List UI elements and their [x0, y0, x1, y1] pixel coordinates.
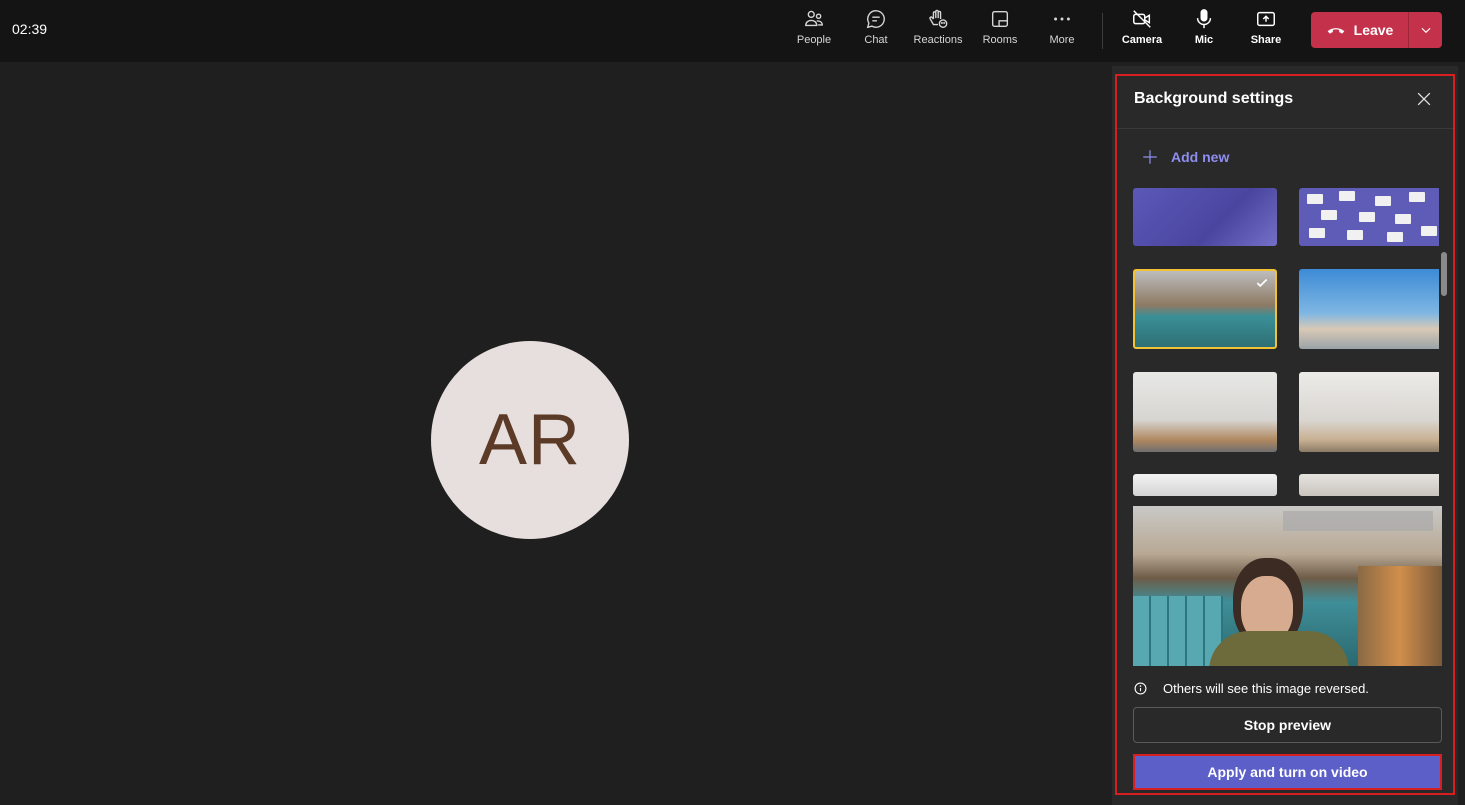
background-thumbnail-selected[interactable]	[1133, 269, 1277, 349]
leave-button-group: Leave	[1311, 12, 1442, 48]
leave-label: Leave	[1353, 22, 1394, 38]
background-thumbnail[interactable]	[1299, 269, 1439, 349]
preview-person-body	[1209, 631, 1349, 666]
more-button[interactable]: More	[1032, 8, 1092, 56]
stop-preview-button[interactable]: Stop preview	[1133, 707, 1442, 743]
reversed-image-notice: Others will see this image reversed.	[1134, 681, 1369, 696]
meeting-toolbar: 02:39 People Chat Reactions Rooms More C…	[0, 0, 1465, 62]
chat-label: Chat	[864, 34, 888, 46]
panel-title: Background settings	[1134, 90, 1294, 107]
chevron-down-icon	[1421, 27, 1430, 34]
meeting-timer: 02:39	[12, 21, 48, 37]
video-preview	[1133, 506, 1442, 666]
more-label: More	[1049, 34, 1075, 46]
add-new-button[interactable]: Add new	[1141, 148, 1229, 166]
rooms-label: Rooms	[982, 34, 1018, 46]
avatar-initials: AR	[478, 400, 582, 480]
info-icon	[1134, 682, 1147, 695]
mic-button[interactable]: Mic	[1174, 8, 1234, 56]
chat-button[interactable]: Chat	[846, 8, 906, 56]
background-thumbnail-grid	[1117, 188, 1439, 496]
more-icon	[1054, 17, 1070, 21]
reactions-icon	[929, 9, 948, 28]
thumbnail-scrollbar[interactable]	[1441, 252, 1447, 296]
hang-up-icon	[1327, 28, 1344, 34]
leave-button[interactable]: Leave	[1311, 12, 1408, 48]
camera-label: Camera	[1121, 34, 1163, 46]
reactions-label: Reactions	[913, 34, 963, 46]
people-label: People	[796, 34, 832, 46]
background-thumbnail[interactable]	[1133, 474, 1277, 496]
background-thumbnail[interactable]	[1299, 474, 1439, 496]
chat-icon	[866, 10, 885, 29]
share-icon	[1257, 11, 1275, 27]
panel-header-divider	[1117, 128, 1453, 129]
checkmark-icon	[1256, 278, 1268, 288]
close-icon[interactable]	[1414, 89, 1434, 109]
info-text: Others will see this image reversed.	[1163, 681, 1369, 696]
rooms-icon	[991, 10, 1009, 28]
share-label: Share	[1250, 34, 1282, 46]
preview-ceiling-duct	[1283, 511, 1433, 531]
leave-options-button[interactable]	[1409, 12, 1442, 48]
background-thumbnail[interactable]	[1133, 372, 1277, 452]
apply-and-turn-on-video-button[interactable]: Apply and turn on video	[1133, 754, 1442, 790]
background-thumbnail[interactable]	[1133, 188, 1277, 246]
background-thumbnail[interactable]	[1299, 372, 1439, 452]
plus-icon	[1143, 150, 1157, 164]
background-thumbnail[interactable]	[1299, 188, 1439, 246]
people-button[interactable]: People	[784, 8, 844, 56]
rooms-button[interactable]: Rooms	[970, 8, 1030, 56]
preview-lockers	[1133, 596, 1223, 666]
mic-label: Mic	[1194, 34, 1214, 46]
share-button[interactable]: Share	[1236, 8, 1296, 56]
add-new-label: Add new	[1171, 149, 1230, 165]
participant-avatar: AR	[431, 341, 629, 539]
toolbar-divider	[1102, 13, 1103, 49]
reactions-button[interactable]: Reactions	[908, 8, 968, 56]
mic-icon	[1196, 9, 1212, 29]
preview-wood-wall	[1358, 566, 1442, 666]
camera-button[interactable]: Camera	[1112, 8, 1172, 56]
camera-off-icon	[1133, 10, 1151, 28]
people-icon	[805, 10, 823, 27]
